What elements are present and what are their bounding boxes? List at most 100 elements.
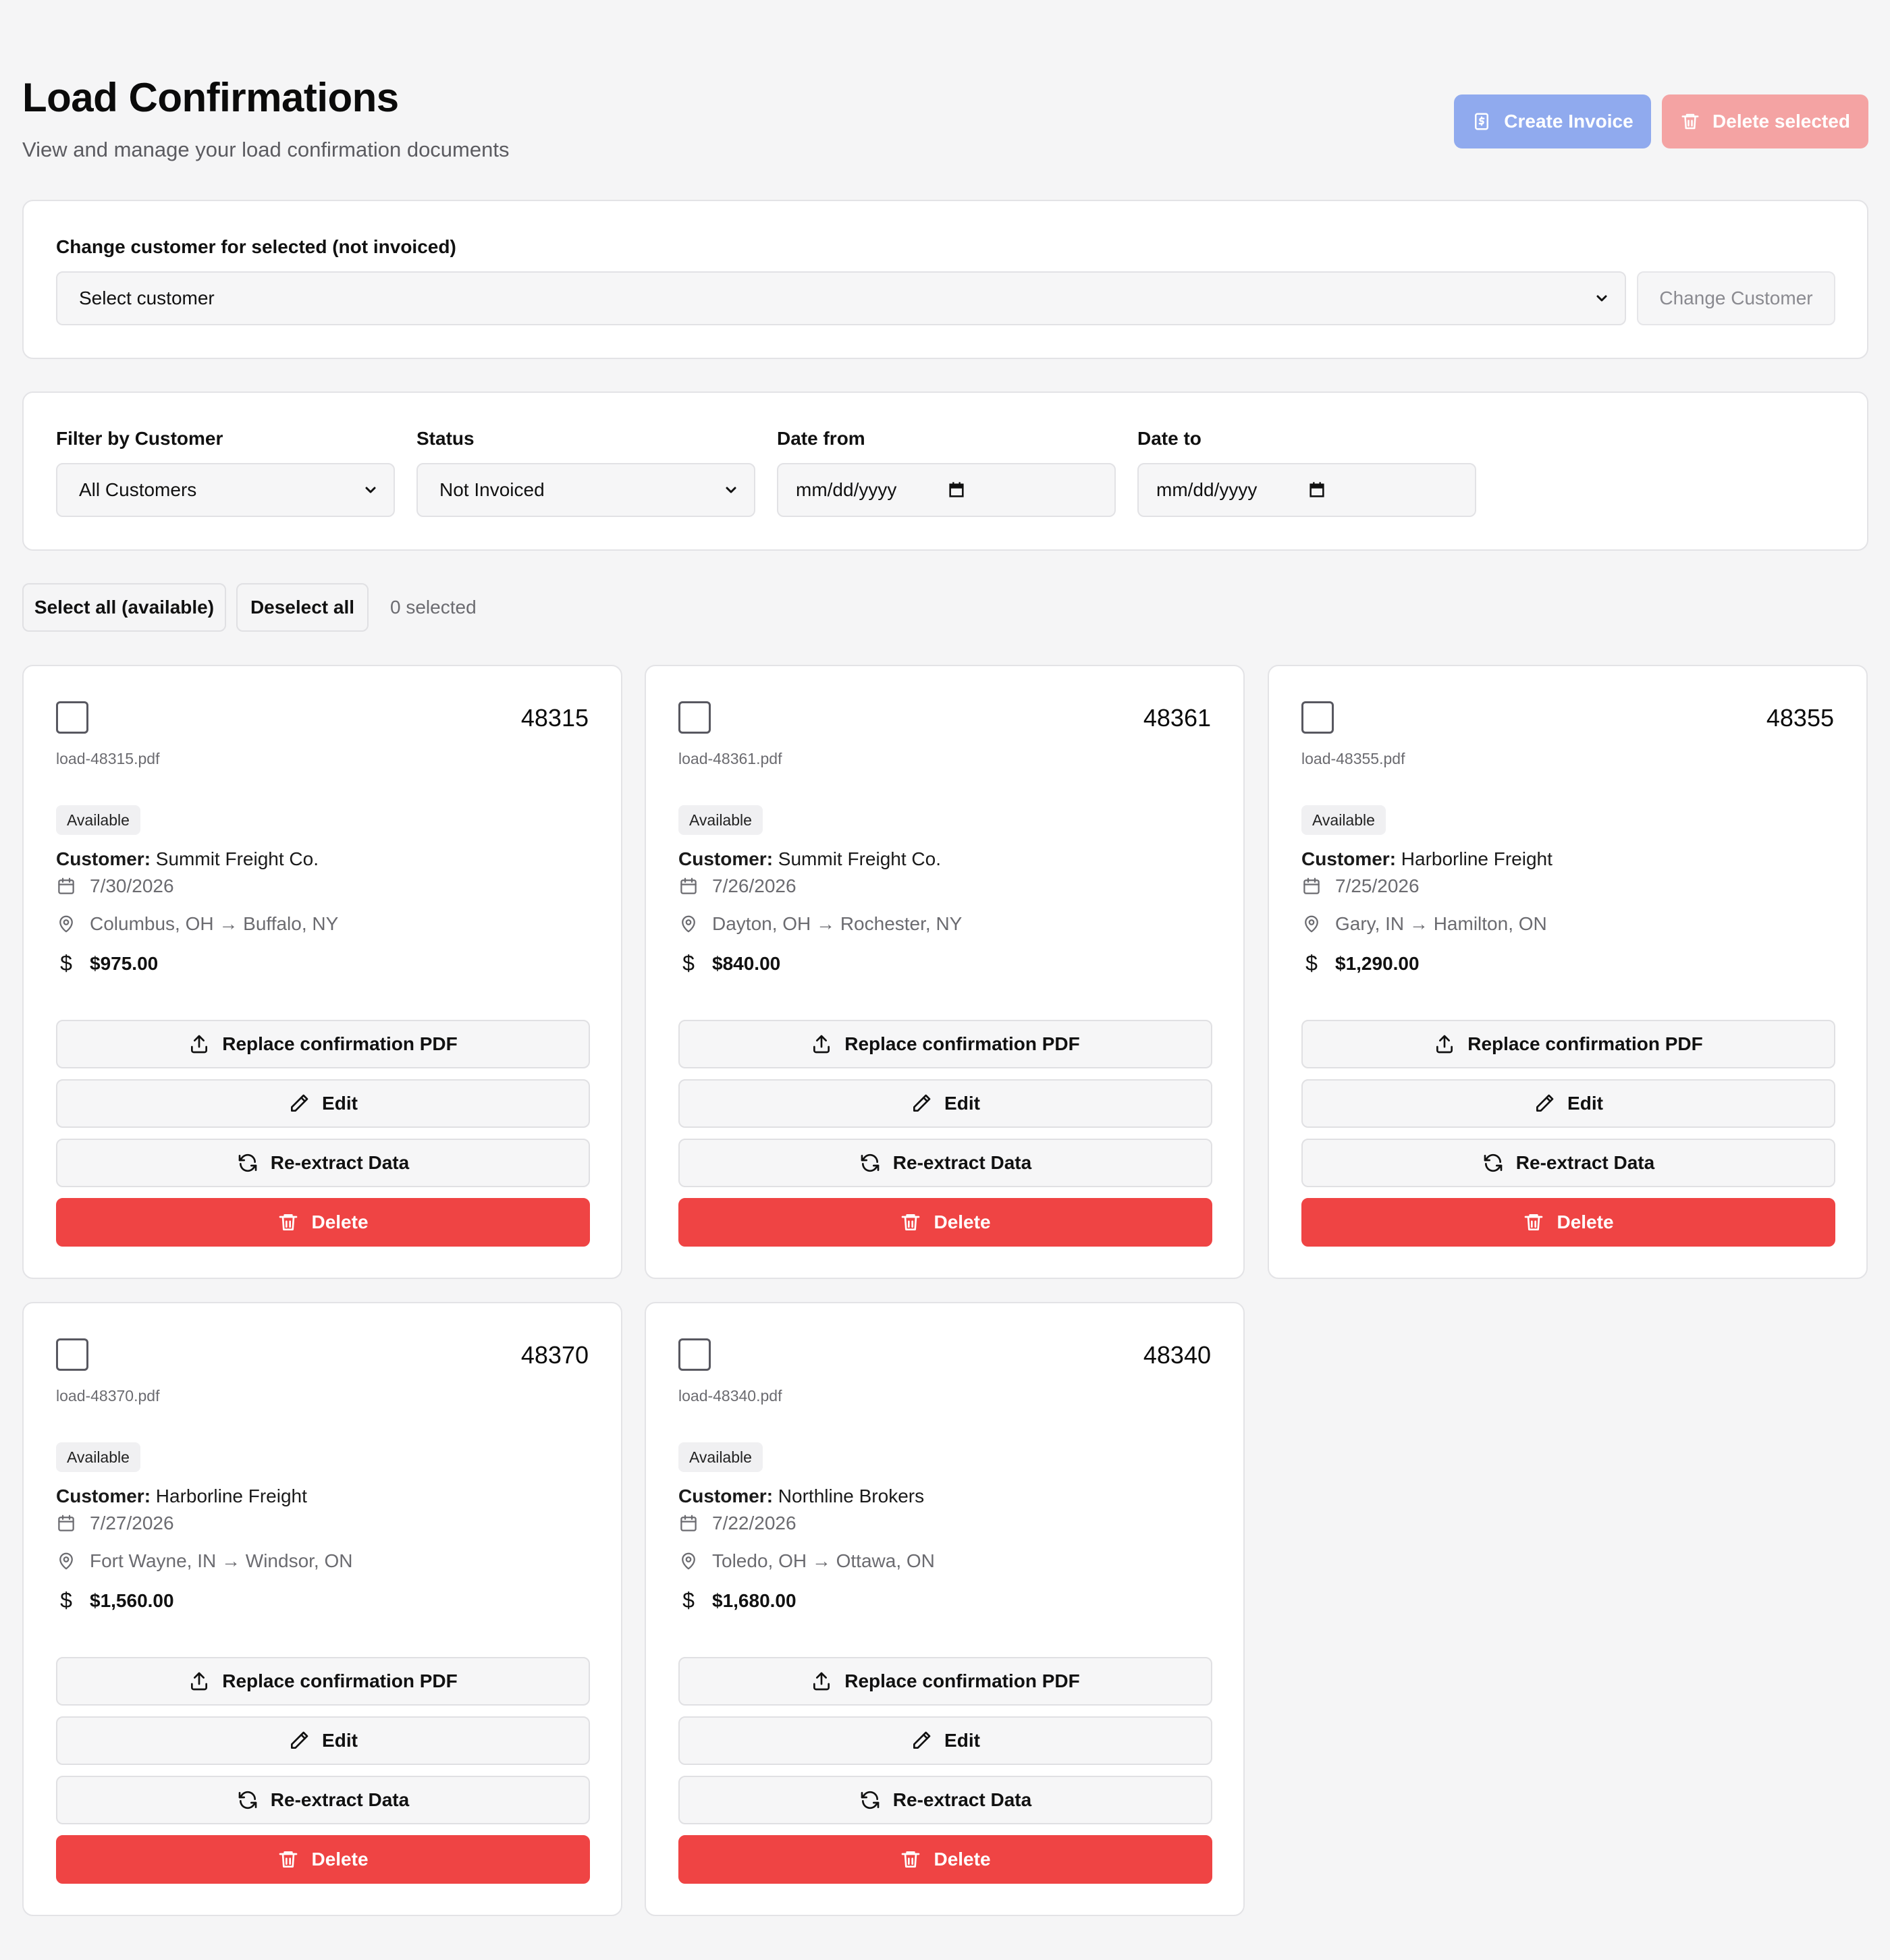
filter-customer-select[interactable]: All Customers [56,463,395,517]
load-customer: Customer: Harborline Freight [1301,848,1552,870]
trash-icon [1681,113,1699,130]
replace-pdf-label: Replace confirmation PDF [844,1033,1080,1054]
trash-icon [279,1851,298,1868]
load-date: 7/25/2026 [1335,875,1420,896]
load-select-checkbox[interactable] [56,701,88,734]
chevron-down-icon [1596,295,1607,302]
load-file-name: load-48315.pdf [56,750,160,767]
replace-pdf-button[interactable]: Replace confirmation PDF [1301,1020,1835,1068]
chevron-down-icon [726,487,736,493]
re-extract-button[interactable]: Re-extract Data [1301,1139,1835,1187]
change-customer-select[interactable]: Select customer [56,271,1626,325]
load-number: 48361 [1143,704,1211,732]
delete-button[interactable]: Delete [678,1835,1212,1884]
load-route: Toledo, OH → Ottawa, ON [712,1550,935,1571]
trash-icon [902,1214,920,1230]
refresh-icon [1484,1153,1503,1172]
load-amount-row: $ $1,560.00 [56,1588,173,1613]
load-route: Fort Wayne, IN → Windsor, ON [90,1550,353,1571]
upload-icon [191,1672,208,1691]
load-select-checkbox[interactable] [678,701,711,734]
edit-button[interactable]: Edit [56,1079,590,1128]
change-customer-button[interactable]: Change Customer [1637,271,1835,325]
chevron-down-icon [365,487,376,493]
calendar-icon[interactable] [947,481,966,499]
dollar-icon: $ [60,1588,72,1612]
load-amount: $1,680.00 [712,1589,796,1611]
load-number: 48340 [1143,1341,1211,1369]
pencil-icon [913,1731,931,1749]
replace-pdf-button[interactable]: Replace confirmation PDF [56,1020,590,1068]
re-extract-button[interactable]: Re-extract Data [56,1139,590,1187]
delete-button[interactable]: Delete [56,1198,590,1247]
calendar-icon [1303,877,1320,894]
deselect-all-button[interactable]: Deselect all [236,583,369,632]
load-date-row: 7/27/2026 [56,1513,174,1534]
dollar-icon: $ [60,951,72,975]
delete-label: Delete [1557,1212,1614,1232]
load-card: 48355 load-48355.pdf Available Customer:… [1268,665,1868,1279]
replace-pdf-label: Replace confirmation PDF [844,1670,1080,1691]
edit-label: Edit [1567,1093,1603,1114]
map-pin-icon [682,915,695,933]
load-select-checkbox[interactable] [1301,701,1334,734]
customer-prefix: Customer: [1301,848,1397,869]
upload-icon [191,1035,208,1054]
load-amount: $840.00 [712,952,781,974]
delete-button[interactable]: Delete [1301,1198,1835,1247]
status-badge: Available [56,805,140,835]
load-route-row: Columbus, OH → Buffalo, NY [56,913,338,935]
load-amount-row: $ $1,290.00 [1301,951,1419,976]
edit-button[interactable]: Edit [678,1079,1212,1128]
date-to-input[interactable]: mm/dd/yyyy [1137,463,1476,517]
edit-button[interactable]: Edit [678,1716,1212,1765]
load-date: 7/22/2026 [712,1513,796,1533]
select-all-button[interactable]: Select all (available) [22,583,226,632]
create-invoice-button[interactable]: Create Invoice [1454,94,1651,148]
status-select[interactable]: Not Invoiced [416,463,755,517]
load-file-name: load-48355.pdf [1301,750,1405,767]
delete-label: Delete [934,1849,991,1870]
calendar-icon[interactable] [1307,481,1326,499]
replace-pdf-button[interactable]: Replace confirmation PDF [56,1657,590,1706]
load-card: 48340 load-48340.pdf Available Customer:… [645,1302,1245,1916]
customer-prefix: Customer: [678,848,774,869]
delete-button[interactable]: Delete [678,1198,1212,1247]
customer-name: Harborline Freight [1401,848,1552,869]
delete-button[interactable]: Delete [56,1835,590,1884]
map-pin-icon [682,1552,695,1570]
replace-pdf-button[interactable]: Replace confirmation PDF [678,1020,1212,1068]
customer-prefix: Customer: [56,848,151,869]
date-to-label: Date to [1137,428,1202,449]
load-select-checkbox[interactable] [56,1338,88,1371]
load-card: 48361 load-48361.pdf Available Customer:… [645,665,1245,1279]
load-select-checkbox[interactable] [678,1338,711,1371]
load-amount: $975.00 [90,952,159,974]
load-date: 7/30/2026 [90,875,174,896]
upload-icon [1436,1035,1453,1054]
date-to-placeholder: mm/dd/yyyy [1156,479,1258,500]
re-extract-button[interactable]: Re-extract Data [678,1139,1212,1187]
upload-icon [813,1672,830,1691]
re-extract-button[interactable]: Re-extract Data [56,1776,590,1824]
edit-button[interactable]: Edit [1301,1079,1835,1128]
re-extract-button[interactable]: Re-extract Data [678,1776,1212,1824]
date-from-input[interactable]: mm/dd/yyyy [777,463,1116,517]
filter-customer-label: Filter by Customer [56,428,223,449]
pencil-icon [291,1094,308,1112]
load-customer: Customer: Northline Brokers [678,1486,924,1507]
page-title: Load Confirmations [22,75,399,120]
load-route-row: Gary, IN → Hamilton, ON [1301,913,1547,935]
load-customer: Customer: Summit Freight Co. [678,848,941,870]
replace-pdf-button[interactable]: Replace confirmation PDF [678,1657,1212,1706]
edit-button[interactable]: Edit [56,1716,590,1765]
load-number: 48315 [520,704,589,732]
customer-name: Summit Freight Co. [778,848,941,869]
customer-name: Northline Brokers [778,1486,925,1506]
delete-selected-button[interactable]: Delete selected [1662,94,1868,148]
load-route: Columbus, OH → Buffalo, NY [90,913,339,934]
status-label: Status [416,428,475,449]
load-file-name: load-48361.pdf [678,750,782,767]
trash-icon [1525,1214,1543,1230]
calendar-icon [58,877,74,894]
